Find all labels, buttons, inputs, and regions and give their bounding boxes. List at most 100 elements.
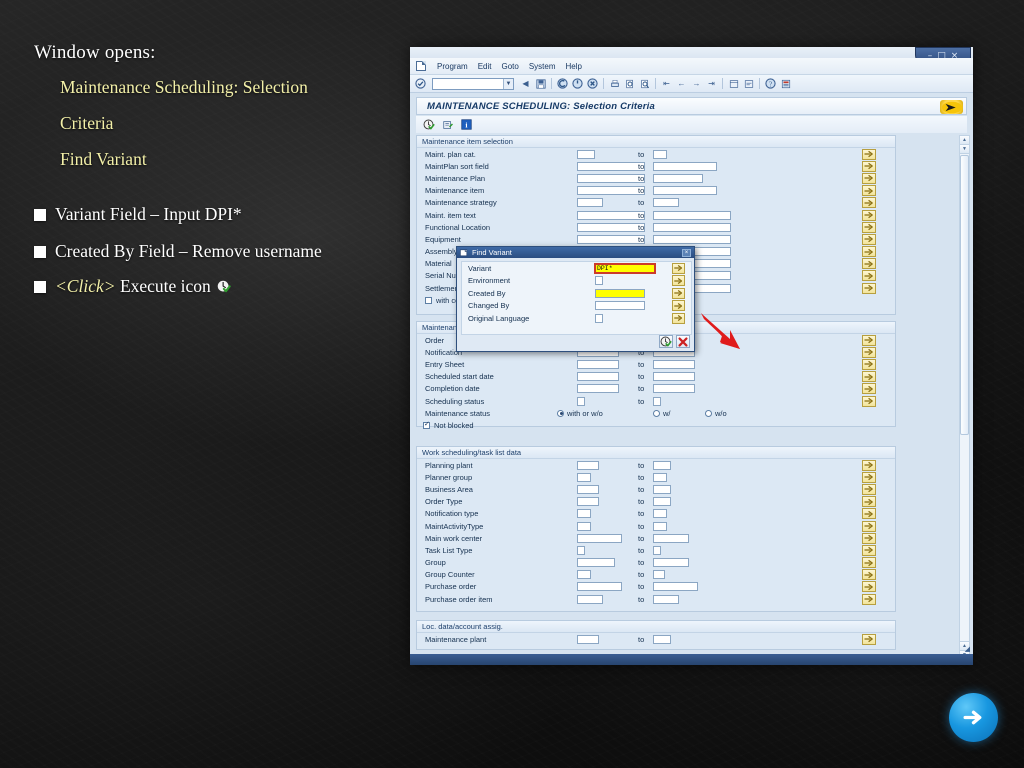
field-input-from[interactable] bbox=[577, 472, 591, 482]
next-slide-button[interactable] bbox=[949, 693, 998, 742]
multiple-selection-button[interactable] bbox=[862, 520, 876, 532]
execute-button[interactable] bbox=[659, 335, 673, 348]
field-input-to[interactable] bbox=[653, 460, 671, 470]
field-input-from[interactable] bbox=[577, 161, 645, 171]
command-field[interactable]: ▼ bbox=[432, 77, 514, 90]
multiple-selection-button[interactable] bbox=[862, 633, 876, 645]
application-toolbar[interactable]: i bbox=[416, 116, 967, 133]
dialog-field-input[interactable] bbox=[595, 313, 603, 323]
field-input-to[interactable] bbox=[653, 173, 703, 183]
scroll-up-button[interactable]: ▲ bbox=[960, 136, 969, 145]
multiple-selection-button[interactable] bbox=[862, 270, 876, 282]
scroll-page-up-button[interactable]: ▼ bbox=[960, 145, 969, 154]
maintenance-status-radio[interactable] bbox=[653, 409, 660, 417]
field-input-from[interactable] bbox=[577, 460, 599, 470]
field-input-to[interactable] bbox=[653, 521, 667, 531]
field-input-to[interactable] bbox=[653, 161, 717, 171]
not-blocked-checkbox[interactable] bbox=[423, 420, 430, 429]
dialog-field-input[interactable] bbox=[595, 288, 645, 298]
menu-item-program[interactable]: Program bbox=[437, 62, 468, 71]
menu-bar[interactable]: Program Edit Goto System Help bbox=[410, 58, 973, 75]
multiple-selection-button[interactable] bbox=[862, 233, 876, 245]
first-page-icon[interactable]: ⇤ bbox=[660, 77, 673, 90]
multiple-selection-button[interactable] bbox=[862, 544, 876, 556]
help-icon[interactable]: ? bbox=[764, 77, 777, 90]
dialog-field-input[interactable] bbox=[595, 276, 603, 286]
multiple-selection-button[interactable] bbox=[862, 185, 876, 197]
find-next-icon[interactable] bbox=[638, 77, 651, 90]
menu-item-system[interactable]: System bbox=[529, 62, 556, 71]
enter-check-icon[interactable] bbox=[414, 77, 427, 90]
field-input-to[interactable] bbox=[653, 149, 667, 159]
multiple-selection-button[interactable] bbox=[862, 593, 876, 605]
create-session-icon[interactable] bbox=[727, 77, 740, 90]
multiple-selection-button[interactable] bbox=[862, 395, 876, 407]
chevron-down-icon[interactable]: ▼ bbox=[503, 78, 513, 89]
print-icon[interactable] bbox=[608, 77, 621, 90]
field-input-to[interactable] bbox=[653, 472, 667, 482]
execute-icon[interactable] bbox=[422, 118, 435, 131]
dialog-field-input[interactable]: DPI* bbox=[594, 262, 656, 274]
dialog-multiple-selection-button[interactable] bbox=[672, 300, 685, 312]
field-input-from[interactable] bbox=[577, 582, 622, 592]
field-input-from[interactable] bbox=[577, 149, 595, 159]
multiple-selection-button[interactable] bbox=[862, 334, 876, 346]
previous-page-icon[interactable]: ← bbox=[675, 77, 688, 90]
vertical-scrollbar[interactable]: ▲ ▼ ▲ ▼ bbox=[959, 135, 970, 660]
multiple-selection-button[interactable] bbox=[862, 483, 876, 495]
multiple-selection-button[interactable] bbox=[862, 346, 876, 358]
dialog-footer-buttons[interactable] bbox=[659, 335, 690, 348]
field-input-from[interactable] bbox=[577, 533, 622, 543]
field-input-to[interactable] bbox=[653, 545, 661, 555]
field-input-to[interactable] bbox=[653, 384, 695, 394]
field-input-to[interactable] bbox=[653, 634, 671, 644]
dialog-field-input[interactable] bbox=[595, 301, 645, 311]
field-input-from[interactable] bbox=[577, 210, 645, 220]
multiple-selection-button[interactable] bbox=[862, 358, 876, 370]
field-input-to[interactable] bbox=[653, 497, 671, 507]
field-input-to[interactable] bbox=[653, 594, 679, 604]
back-green-icon[interactable] bbox=[556, 77, 569, 90]
field-input-from[interactable] bbox=[577, 558, 615, 568]
multiple-selection-button[interactable] bbox=[862, 197, 876, 209]
multiple-selection-button[interactable] bbox=[862, 172, 876, 184]
multiple-selection-button[interactable] bbox=[862, 532, 876, 544]
field-input-from[interactable] bbox=[577, 484, 599, 494]
multiple-selection-button[interactable] bbox=[862, 471, 876, 483]
maintenance-status-radio[interactable] bbox=[557, 409, 564, 417]
resize-grip-icon[interactable]: ◢ bbox=[965, 645, 970, 653]
multiple-selection-button[interactable] bbox=[862, 160, 876, 172]
field-input-to[interactable] bbox=[653, 210, 731, 220]
field-input-from[interactable] bbox=[577, 359, 619, 369]
exit-icon[interactable] bbox=[571, 77, 584, 90]
cancel-icon[interactable] bbox=[586, 77, 599, 90]
next-page-icon[interactable]: → bbox=[690, 77, 703, 90]
dialog-multiple-selection-button[interactable] bbox=[672, 275, 685, 287]
field-input-from[interactable] bbox=[577, 384, 619, 394]
multiple-selection-button[interactable] bbox=[862, 569, 876, 581]
last-page-icon[interactable]: ⇥ bbox=[705, 77, 718, 90]
field-input-to[interactable] bbox=[653, 359, 695, 369]
multiple-selection-button[interactable] bbox=[862, 496, 876, 508]
field-input-from[interactable] bbox=[577, 173, 645, 183]
get-variant-icon[interactable] bbox=[441, 118, 454, 131]
field-input-to[interactable] bbox=[653, 570, 665, 580]
multiple-selection-button[interactable] bbox=[862, 508, 876, 520]
scrollbar-thumb[interactable] bbox=[960, 155, 969, 435]
field-input-from[interactable] bbox=[577, 396, 585, 406]
dialog-close-button[interactable]: × bbox=[682, 248, 691, 257]
multiple-selection-button[interactable] bbox=[862, 581, 876, 593]
multiple-selection-button[interactable] bbox=[862, 557, 876, 569]
menu-item-edit[interactable]: Edit bbox=[478, 62, 492, 71]
multiple-selection-button[interactable] bbox=[862, 371, 876, 383]
field-input-from[interactable] bbox=[577, 570, 591, 580]
dialog-titlebar[interactable]: Find Variant × bbox=[457, 247, 694, 258]
field-input-from[interactable] bbox=[577, 198, 603, 208]
field-input-to[interactable] bbox=[653, 533, 689, 543]
field-input-to[interactable] bbox=[653, 234, 731, 244]
field-input-from[interactable] bbox=[577, 497, 599, 507]
menu-item-goto[interactable]: Goto bbox=[501, 62, 518, 71]
dialog-multiple-selection-button[interactable] bbox=[672, 262, 685, 274]
field-input-from[interactable] bbox=[577, 634, 599, 644]
field-input-from[interactable] bbox=[577, 222, 645, 232]
